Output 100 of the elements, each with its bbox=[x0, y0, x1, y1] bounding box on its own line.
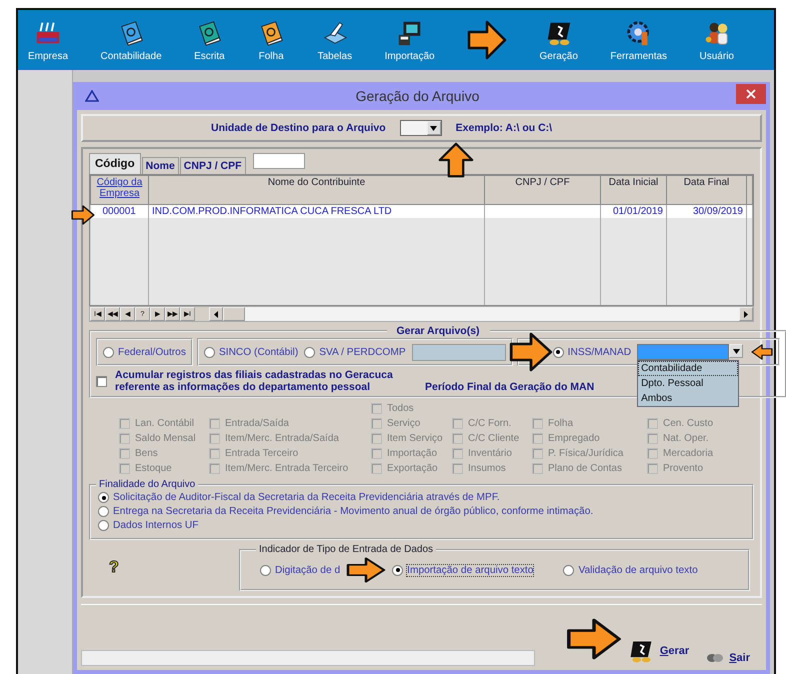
toolbar-button[interactable]: Geração bbox=[540, 10, 578, 70]
checkbox-label: Item/Merc. Entrada/Saída bbox=[225, 433, 339, 444]
input-field[interactable] bbox=[412, 344, 506, 360]
field-label: Unidade de Destino para o Arquivo bbox=[211, 122, 386, 134]
triangle-icon bbox=[85, 90, 99, 102]
checkbox-label: Serviço bbox=[387, 418, 420, 429]
radio-button[interactable] bbox=[103, 346, 114, 358]
radio-button[interactable] bbox=[98, 506, 109, 517]
table-cell: 30/09/2019 bbox=[666, 204, 746, 218]
radio-button[interactable] bbox=[260, 564, 271, 576]
caret-icon bbox=[732, 348, 740, 354]
column-header[interactable]: CNPJ / CPF bbox=[484, 176, 600, 204]
checkbox-label: C/C Cliente bbox=[468, 433, 520, 444]
checkbox-label: Plano de Contas bbox=[548, 463, 622, 474]
checkbox-label: Nat. Oper. bbox=[663, 433, 709, 444]
pointer-arrow bbox=[467, 20, 508, 60]
table-cell: IND.COM.PROD.INFORMATICA CUCA FRESCA LTD bbox=[148, 204, 484, 218]
pointer-arrow bbox=[438, 142, 474, 178]
radio-label: SINCO (Contábil) bbox=[218, 346, 298, 358]
column-header[interactable]: Nome do Contribuinte bbox=[148, 176, 484, 204]
checkbox-label: C/C Forn. bbox=[468, 418, 512, 429]
radio-button[interactable] bbox=[552, 346, 564, 358]
exit-button[interactable]: Sair bbox=[707, 652, 762, 664]
scrollbar-thumb[interactable] bbox=[223, 307, 245, 321]
checkbox-label: Provento bbox=[663, 463, 704, 474]
pointer-arrow bbox=[71, 205, 95, 225]
checkbox-label: Acumular registros das filiais cadastradas no Geracuca referente as informações do departamento pessoal bbox=[115, 369, 394, 393]
checkbox-label: Todos bbox=[387, 403, 414, 414]
checkbox-label: Lan. Contábil bbox=[135, 418, 194, 429]
dropdown-button[interactable] bbox=[729, 344, 744, 358]
toolbar-button[interactable]: Contabilidade bbox=[100, 10, 162, 70]
toolbar-button[interactable]: Empresa bbox=[28, 10, 68, 70]
table-cell: 000001 bbox=[90, 204, 148, 218]
radio-button[interactable] bbox=[392, 564, 404, 576]
radio-label: Digitação de d bbox=[275, 564, 340, 576]
checkbox-label: Bens bbox=[135, 448, 158, 459]
radio-label: Importação de arquivo texto bbox=[407, 564, 534, 576]
toolbar-button[interactable]: Escrita bbox=[194, 10, 225, 70]
checkbox-label: Importação bbox=[387, 448, 438, 459]
radio-button[interactable] bbox=[98, 520, 109, 531]
checkbox-label: Estoque bbox=[135, 463, 172, 474]
group-title: Finalidade do Arquivo bbox=[98, 479, 196, 490]
checkbox-label: Saldo Mensal bbox=[135, 433, 196, 444]
column-header[interactable]: Data Final bbox=[666, 176, 746, 204]
group-title: Gerar Arquivo(s) bbox=[396, 325, 481, 337]
radio-button[interactable] bbox=[304, 346, 316, 358]
column-header[interactable]: Código da Empresa bbox=[90, 176, 148, 204]
checkbox-label: Mercadoria bbox=[663, 448, 714, 459]
pointer-arrow bbox=[346, 557, 386, 583]
toolbar-button[interactable]: Usuário bbox=[700, 10, 734, 70]
scrollbar[interactable] bbox=[209, 307, 753, 321]
radio-label: Federal/Outros bbox=[118, 346, 186, 358]
window-title: Geração do Arquivo bbox=[356, 88, 480, 104]
drive-dropdown[interactable] bbox=[400, 120, 442, 136]
search-field[interactable] bbox=[252, 153, 305, 169]
hands-icon bbox=[707, 652, 724, 664]
checkbox-label: Empregado bbox=[548, 433, 600, 444]
radio-label: INSS/MANAD bbox=[568, 346, 632, 358]
toolbar-button[interactable]: Tabelas bbox=[318, 10, 352, 70]
column-header[interactable]: Data Inicial bbox=[600, 176, 666, 204]
radio-button[interactable] bbox=[563, 564, 574, 576]
radio-label: Solicitação de Auditor-Fiscal da Secretaria da Receita Previdenciária através de MPF. bbox=[113, 492, 500, 503]
checkbox-label: Cen. Custo bbox=[663, 418, 714, 429]
radio-label: SVA / PERDCOMP bbox=[319, 346, 406, 358]
toolbar-button[interactable]: Importação bbox=[384, 10, 435, 70]
checkbox-label: Folha bbox=[548, 418, 574, 429]
group-title: Indicador de Tipo de Entrada de Dados bbox=[258, 544, 434, 555]
dropdown-option[interactable]: Dpto. Pessoal bbox=[638, 376, 738, 391]
checkbox-label: Item Serviço bbox=[387, 433, 443, 444]
tab[interactable]: CNPJ / CPF bbox=[180, 157, 246, 174]
example-text: Exemplo: A:\ ou C:\ bbox=[456, 122, 552, 134]
checkbox-label: Entrada Terceiro bbox=[225, 448, 298, 459]
checkbox-label: Insumos bbox=[468, 463, 506, 474]
radio-label: Entrega na Secretaria da Receita Previdenciária - Movimento anual de órgão público, conforme intimação. bbox=[113, 506, 594, 517]
pointer-arrow bbox=[508, 332, 553, 372]
radio-label: Dados Internos UF bbox=[113, 520, 198, 531]
checkbox-label: Inventário bbox=[468, 448, 512, 459]
dropdown-field[interactable] bbox=[637, 344, 730, 360]
caret-icon bbox=[744, 310, 748, 318]
dropdown-option[interactable]: Ambos bbox=[638, 391, 738, 406]
toolbar-button[interactable]: Ferramentas bbox=[610, 10, 668, 70]
checkbox-label: Entrada/Saída bbox=[225, 418, 289, 429]
caret-icon bbox=[430, 126, 438, 130]
pointer-arrow bbox=[751, 344, 774, 360]
radio-button[interactable] bbox=[204, 346, 215, 358]
field-label: Período Final da Geração do MAN bbox=[425, 381, 594, 393]
checkbox-label: Exportação bbox=[387, 463, 438, 474]
tab[interactable]: Código bbox=[89, 153, 141, 174]
tab[interactable]: Nome bbox=[142, 157, 179, 174]
caret-icon bbox=[214, 310, 218, 318]
checkbox[interactable] bbox=[96, 376, 107, 386]
radio-label: Validação de arquivo texto bbox=[578, 564, 698, 576]
close-icon bbox=[746, 89, 756, 99]
close-button[interactable] bbox=[736, 84, 766, 104]
table-cell: 01/01/2019 bbox=[600, 204, 666, 218]
radio-button[interactable] bbox=[98, 492, 109, 503]
toolbar-button[interactable]: Folha bbox=[257, 10, 286, 70]
checkbox-label: Item/Merc. Entrada Terceiro bbox=[225, 463, 348, 474]
generate-button[interactable]: Gerar bbox=[628, 638, 702, 664]
dropdown-option[interactable]: Contabilidade bbox=[638, 361, 738, 376]
